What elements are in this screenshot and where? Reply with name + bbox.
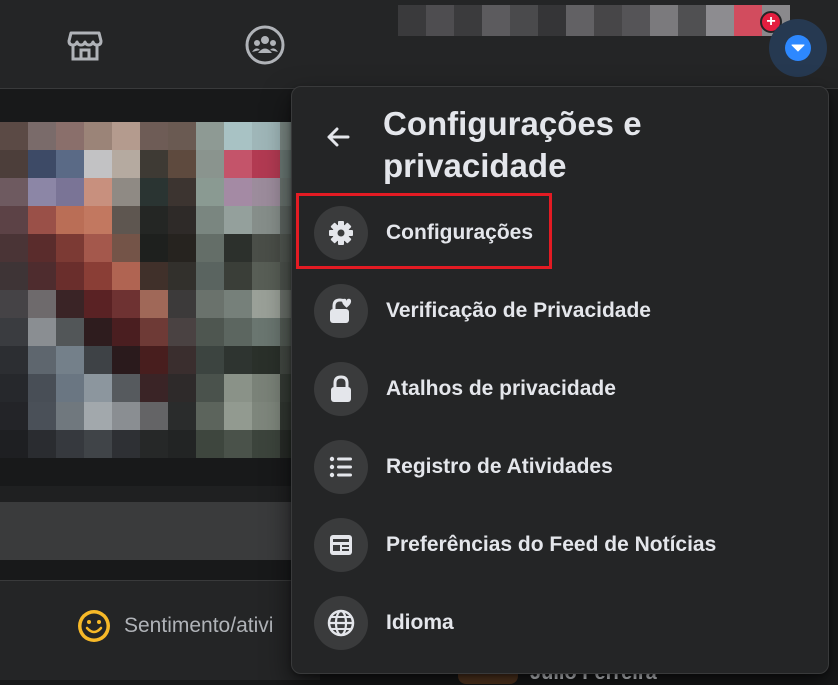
menu-item-registro-atividades[interactable]: Registro de Atividades (300, 432, 822, 502)
marketplace-icon[interactable] (63, 23, 107, 67)
top-navigation-bar: + (0, 0, 838, 89)
menu-item-label: Configurações (386, 221, 534, 244)
comment-input[interactable] (0, 502, 320, 560)
feeling-activity-label: Sentimento/ativi (124, 614, 274, 637)
feed-icon (314, 518, 368, 572)
back-button[interactable] (316, 115, 360, 159)
groups-icon[interactable] (243, 23, 287, 67)
menu-item-idioma[interactable]: Idioma (300, 588, 822, 658)
caret-down-icon (785, 35, 811, 61)
menu-item-configuracoes[interactable]: Configurações (300, 198, 822, 268)
menu-item-label: Registro de Atividades (386, 455, 613, 478)
globe-icon (314, 596, 368, 650)
menu-item-label: Verificação de Privacidade (386, 299, 651, 322)
arrow-left-icon (327, 127, 350, 147)
menu-item-label: Preferências do Feed de Notícias (386, 533, 717, 556)
menu-item-verificacao-privacidade[interactable]: Verificação de Privacidade (300, 276, 822, 346)
menu-item-preferencias-feed[interactable]: Preferências do Feed de Notícias (300, 510, 822, 580)
blurred-post-image (0, 122, 308, 458)
account-menu-button[interactable] (769, 19, 827, 77)
menu-title: Configurações e privacidade (383, 105, 642, 184)
lock-icon (314, 362, 368, 416)
lock-heart-icon (314, 284, 368, 338)
menu-item-label: Atalhos de privacidade (386, 377, 616, 400)
post-divider (0, 486, 320, 502)
menu-header: Configurações e privacidade (292, 87, 828, 197)
menu-item-atalhos-privacidade[interactable]: Atalhos de privacidade (300, 354, 822, 424)
feeling-activity-button[interactable]: Sentimento/ativi (76, 608, 273, 644)
list-icon (314, 440, 368, 494)
smiley-icon (78, 610, 110, 642)
menu-item-label: Idioma (386, 611, 454, 634)
blurred-avatar (706, 5, 762, 67)
gear-icon (314, 206, 368, 260)
settings-privacy-menu: Configurações e privacidade Configuraçõe… (291, 86, 829, 674)
